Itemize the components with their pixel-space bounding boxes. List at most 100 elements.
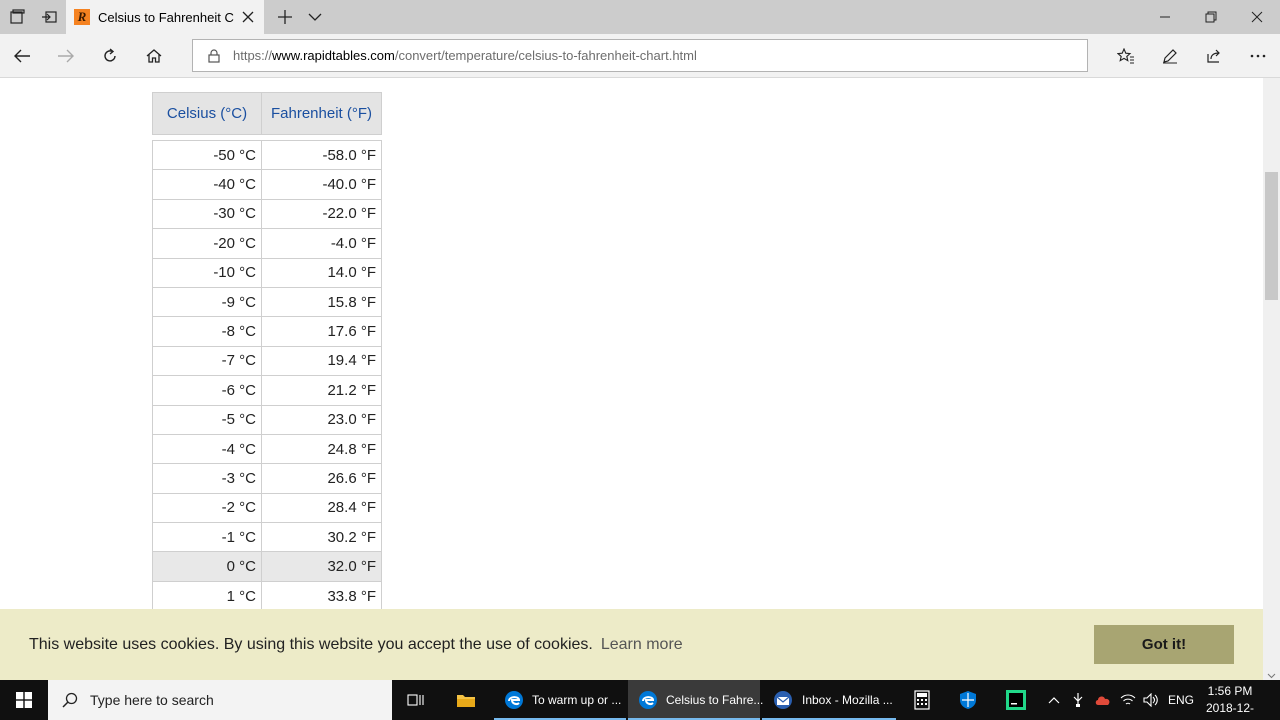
learn-more-link[interactable]: Learn more (601, 636, 683, 654)
table-row: -50 °C -58.0 °F (152, 139, 382, 171)
taskbar: Type here to search To warm up or ... Ce… (0, 680, 1280, 720)
calculator-icon[interactable] (898, 680, 946, 720)
fahrenheit-cell: 32.0 °F (261, 551, 382, 582)
fahrenheit-cell: 26.6 °F (261, 463, 382, 494)
celsius-cell: -8 °C (152, 316, 262, 347)
restore-tabs-icon[interactable] (36, 4, 62, 30)
taskbar-clock[interactable]: 1:56 PM 2018-12-03 (1200, 683, 1260, 720)
edge-icon (504, 690, 524, 710)
restore-window-icon[interactable] (1188, 0, 1234, 34)
celsius-cell: -1 °C (152, 522, 262, 553)
more-options-icon[interactable] (1242, 41, 1274, 71)
table-row: -7 °C 19.4 °F (152, 345, 382, 377)
table-header-row: Celsius (°C) Fahrenheit (°F) (152, 92, 382, 135)
fahrenheit-cell: 14.0 °F (261, 257, 382, 288)
taskbar-app-label: Inbox - Mozilla ... (802, 693, 893, 707)
table-row: -20 °C -4.0 °F (152, 228, 382, 259)
favorites-star-icon[interactable] (1110, 41, 1142, 71)
taskbar-app-edge-1[interactable]: To warm up or ... (494, 680, 626, 720)
cloud-sync-icon[interactable] (1092, 680, 1114, 720)
minimize-icon[interactable] (1142, 0, 1188, 34)
clock-time: 1:56 PM (1207, 684, 1253, 698)
windows-start-icon[interactable] (0, 680, 48, 720)
search-placeholder: Type here to search (90, 692, 214, 708)
address-bar[interactable]: https://www.rapidtables.com/convert/temp… (192, 39, 1088, 72)
table-row-freezing-point: 0 °C 32.0 °F (152, 551, 382, 582)
input-language[interactable]: ENG (1168, 693, 1194, 707)
thunderbird-icon (772, 690, 794, 710)
tab-strip: R Celsius to Fahrenheit Ch (0, 0, 1280, 34)
celsius-cell: -2 °C (152, 492, 262, 524)
fahrenheit-cell: 33.8 °F (261, 580, 382, 612)
fahrenheit-cell: -58.0 °F (261, 139, 382, 171)
celsius-cell: -3 °C (152, 463, 262, 494)
new-tab-icon[interactable] (272, 4, 298, 30)
table-row: -9 °C 15.8 °F (152, 286, 382, 318)
table-row: -10 °C 14.0 °F (152, 257, 382, 288)
pycharm-icon[interactable] (992, 680, 1040, 720)
table-row: -30 °C -22.0 °F (152, 198, 382, 230)
tab-title: Celsius to Fahrenheit Ch (98, 9, 234, 25)
celsius-cell: -20 °C (152, 228, 262, 259)
search-icon (62, 692, 78, 708)
url-path: /convert/temperature/celsius-to-fahrenhe… (394, 48, 697, 63)
taskbar-app-edge-2[interactable]: Celsius to Fahre... (628, 680, 764, 720)
chevron-down-icon[interactable] (302, 4, 328, 30)
wifi-icon[interactable] (1118, 680, 1138, 720)
back-arrow-icon[interactable] (6, 41, 38, 71)
fahrenheit-header: Fahrenheit (°F) (261, 92, 382, 135)
taskbar-app-thunderbird[interactable]: Inbox - Mozilla ... (762, 680, 896, 720)
fahrenheit-cell: 28.4 °F (261, 492, 382, 524)
taskbar-search[interactable]: Type here to search (48, 680, 392, 720)
celsius-cell: -5 °C (152, 404, 262, 435)
conversion-table: Celsius (°C) Fahrenheit (°F) -50 °C -58.0… (152, 92, 382, 641)
usb-device-icon[interactable] (1068, 680, 1088, 720)
page-viewport: Celsius (°C) Fahrenheit (°F) -50 °C -58.0… (0, 78, 1263, 680)
set-aside-tabs-icon[interactable] (4, 4, 30, 30)
edge-icon (638, 690, 658, 710)
vertical-scrollbar[interactable] (1263, 78, 1280, 680)
clock-date: 2018-12-03 (1205, 701, 1255, 720)
pen-icon[interactable] (1154, 41, 1186, 71)
close-tab-icon[interactable] (240, 9, 256, 25)
close-window-icon[interactable] (1234, 0, 1280, 34)
got-it-button[interactable]: Got it! (1094, 625, 1234, 664)
table-row: -8 °C 17.6 °F (152, 316, 382, 347)
celsius-cell: -7 °C (152, 345, 262, 377)
table-row: -5 °C 23.0 °F (152, 404, 382, 435)
celsius-header: Celsius (°C) (152, 92, 262, 135)
show-hidden-icons-icon[interactable] (1044, 680, 1064, 720)
scrollbar-thumb[interactable] (1265, 172, 1278, 300)
taskbar-app-label: Celsius to Fahre... (666, 693, 764, 707)
fahrenheit-cell: 17.6 °F (261, 316, 382, 347)
fahrenheit-cell: -22.0 °F (261, 198, 382, 230)
url-text[interactable]: https://www.rapidtables.com/convert/temp… (233, 48, 697, 63)
table-row: -3 °C 26.6 °F (152, 463, 382, 494)
forward-arrow-icon[interactable] (50, 41, 82, 71)
url-host: www.rapidtables.com (272, 48, 395, 63)
windows-security-icon[interactable] (944, 680, 992, 720)
scroll-down-icon[interactable] (1267, 667, 1276, 679)
celsius-cell: -10 °C (152, 257, 262, 288)
celsius-cell: -50 °C (152, 139, 262, 171)
active-tab[interactable]: R Celsius to Fahrenheit Ch (66, 0, 264, 34)
table-row: 1 °C 33.8 °F (152, 580, 382, 612)
table-row: -1 °C 30.2 °F (152, 522, 382, 553)
share-icon[interactable] (1198, 41, 1230, 71)
lock-icon[interactable] (207, 48, 221, 64)
fahrenheit-cell: 23.0 °F (261, 404, 382, 435)
file-explorer-icon[interactable] (442, 680, 490, 720)
home-icon[interactable] (138, 41, 170, 71)
fahrenheit-cell: 24.8 °F (261, 433, 382, 465)
rapidtables-favicon-icon: R (74, 9, 90, 25)
refresh-icon[interactable] (94, 41, 126, 71)
cookie-message: This website uses cookies. By using this… (29, 635, 593, 653)
taskbar-app-label: To warm up or ... (532, 693, 622, 707)
fahrenheit-cell: 21.2 °F (261, 375, 382, 406)
volume-icon[interactable] (1140, 680, 1162, 720)
task-view-icon[interactable] (392, 680, 440, 720)
cookie-banner: This website uses cookies. By using this… (0, 609, 1263, 680)
celsius-cell: -40 °C (152, 169, 262, 200)
celsius-cell: 0 °C (152, 551, 262, 582)
fahrenheit-cell: 15.8 °F (261, 286, 382, 318)
